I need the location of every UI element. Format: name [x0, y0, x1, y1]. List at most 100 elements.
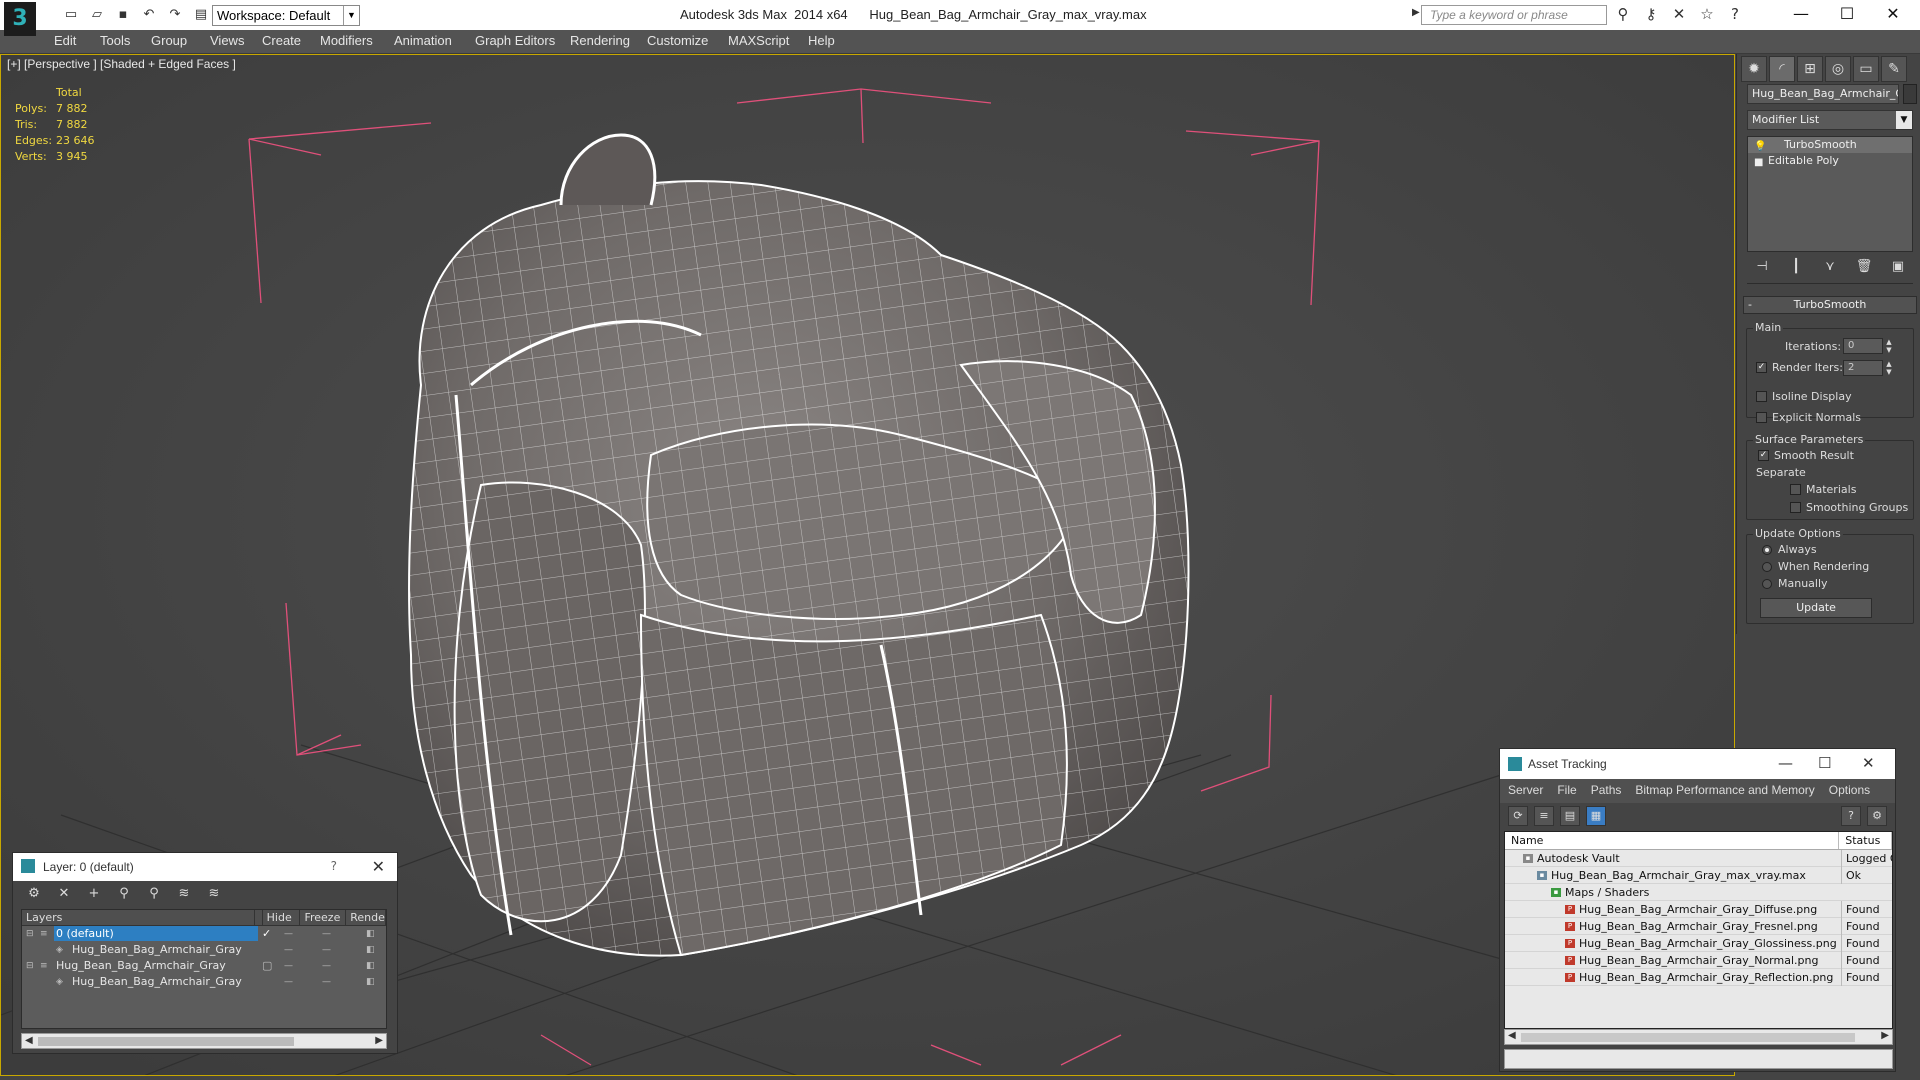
menu-help[interactable]: Help	[808, 33, 835, 48]
menu-graph-editors[interactable]: Graph Editors	[475, 33, 555, 48]
make-unique-icon[interactable]: ⋎	[1819, 256, 1841, 278]
smooth-result-checkbox[interactable]: ✓	[1758, 450, 1769, 461]
minimize-icon[interactable]: —	[1778, 754, 1793, 772]
create-layer-icon[interactable]: ⚙	[23, 885, 45, 903]
freeze-toggle[interactable]: —	[322, 942, 331, 958]
render-toggle-icon[interactable]: ◧	[366, 974, 375, 990]
asset-menu-bitmap-performance[interactable]: Bitmap Performance and Memory	[1635, 783, 1814, 799]
help-icon[interactable]: ?	[1841, 806, 1861, 826]
update-button[interactable]: Update	[1760, 598, 1872, 618]
add-to-layer-icon[interactable]: +	[83, 885, 105, 903]
hide-toggle[interactable]: —	[284, 974, 293, 990]
render-toggle-icon[interactable]: ◧	[366, 958, 375, 974]
column-header[interactable]: Name	[1505, 832, 1840, 849]
caret-right-icon[interactable]: ▶	[1412, 7, 1420, 18]
render-toggle-icon[interactable]: ◧	[366, 926, 375, 942]
help-icon[interactable]: ?	[1724, 5, 1746, 25]
asset-row[interactable]: P Hug_Bean_Bag_Armchair_Gray_Normal.png …	[1505, 952, 1892, 969]
asset-row[interactable]: P Hug_Bean_Bag_Armchair_Gray_Reflection.…	[1505, 969, 1892, 986]
menu-customize[interactable]: Customize	[647, 33, 708, 48]
freeze-toggle[interactable]: —	[322, 926, 331, 942]
turbosmooth-rollout-header[interactable]: - TurboSmooth	[1743, 296, 1917, 314]
scroll-right-icon[interactable]: ▶	[1881, 1030, 1889, 1041]
close-icon[interactable]: ✕	[372, 857, 385, 876]
asset-row[interactable]: ▪ Autodesk Vault Logged O	[1505, 850, 1892, 867]
asset-row[interactable]: P Hug_Bean_Bag_Armchair_Gray_Diffuse.png…	[1505, 901, 1892, 918]
modifier-list-dropdown[interactable]: Modifier List ▼	[1747, 110, 1913, 130]
render-iters-checkbox[interactable]: ✓	[1756, 362, 1767, 373]
layer-row[interactable]: ⊟ ≡ 0 (default) ✓ — — ◧	[22, 926, 386, 942]
menu-group[interactable]: Group	[151, 33, 187, 48]
asset-menu-options[interactable]: Options	[1829, 783, 1870, 799]
menu-rendering[interactable]: Rendering	[570, 33, 630, 48]
render-iters-spinner[interactable]: 2	[1843, 360, 1883, 376]
help-icon[interactable]: ?	[331, 859, 337, 873]
tree-view-icon[interactable]: ▤	[1560, 806, 1580, 826]
column-header[interactable]: Status	[1839, 832, 1892, 849]
favorites-icon[interactable]: ☆	[1696, 5, 1718, 25]
object-name-field[interactable]: Hug_Bean_Bag_Armchair_Gra	[1747, 84, 1899, 104]
layer-object-name[interactable]: Hug_Bean_Bag_Armchair_Gray	[70, 974, 244, 989]
search-input[interactable]: Type a keyword or phrase	[1421, 5, 1607, 25]
hide-all-icon[interactable]: ≋	[173, 885, 195, 903]
explicit-normals-checkbox[interactable]	[1756, 412, 1767, 423]
scrollbar-thumb[interactable]	[38, 1037, 294, 1046]
spinner-arrows-icon[interactable]: ▲ ▼	[1884, 360, 1894, 376]
spinner-arrows-icon[interactable]: ▲ ▼	[1884, 338, 1894, 354]
menu-maxscript[interactable]: MAXScript	[728, 33, 789, 48]
viewport-label[interactable]: [+] [Perspective ] [Shaded + Edged Faces…	[7, 57, 236, 71]
menu-modifiers[interactable]: Modifiers	[320, 33, 373, 48]
close-icon[interactable]: ✕	[1870, 0, 1916, 30]
manually-radio[interactable]	[1762, 579, 1772, 589]
column-header[interactable]: Freeze	[300, 910, 347, 925]
delete-layer-icon[interactable]: ✕	[53, 885, 75, 903]
scroll-left-icon[interactable]: ◀	[1508, 1030, 1516, 1041]
table-view-icon[interactable]: ▦	[1586, 806, 1606, 826]
minimize-icon[interactable]: —	[1778, 0, 1824, 30]
settings-icon[interactable]: ⚙	[1867, 806, 1887, 826]
always-radio[interactable]	[1762, 545, 1772, 555]
hide-toggle[interactable]: —	[284, 926, 293, 942]
scrollbar-thumb[interactable]	[1521, 1033, 1855, 1042]
asset-menu-server[interactable]: Server	[1508, 783, 1543, 799]
render-toggle-icon[interactable]: ◧	[366, 942, 375, 958]
layer-object-name[interactable]: Hug_Bean_Bag_Armchair_Gray	[70, 942, 244, 957]
layer-horizontal-scrollbar[interactable]: ◀ ▶	[21, 1033, 387, 1049]
asset-path-field[interactable]	[1504, 1049, 1893, 1069]
app-menu-button[interactable]: 3	[4, 2, 36, 36]
remove-modifier-icon[interactable]: 🗑	[1853, 256, 1875, 278]
asset-menu-paths[interactable]: Paths	[1591, 783, 1622, 799]
smoothing-groups-checkbox[interactable]	[1790, 502, 1801, 513]
current-layer-check-icon[interactable]: ✓	[262, 926, 271, 942]
workspace-dropdown[interactable]: Workspace: Default ▼	[212, 5, 360, 26]
layer-name[interactable]: 0 (default)	[54, 926, 258, 941]
stack-item-editable-poly[interactable]: ■ Editable Poly	[1748, 153, 1912, 169]
display-tab-icon[interactable]: ▭	[1853, 56, 1879, 82]
freeze-all-icon[interactable]: ≋	[203, 885, 225, 903]
asset-row[interactable]: ▪ Hug_Bean_Bag_Armchair_Gray_max_vray.ma…	[1505, 867, 1892, 884]
stack-item-turbosmooth[interactable]: 💡 TurboSmooth	[1748, 137, 1912, 153]
list-view-icon[interactable]: ≡	[1534, 806, 1554, 826]
subscription-icon[interactable]: ⚷	[1640, 5, 1662, 25]
column-header[interactable]: Hide	[263, 910, 301, 925]
binoculars-icon[interactable]: ⚲	[1612, 5, 1634, 25]
show-end-result-icon[interactable]: ┃	[1785, 256, 1807, 278]
maximize-icon[interactable]: ☐	[1824, 0, 1870, 30]
expand-icon[interactable]: ⊟	[26, 958, 34, 974]
layer-name[interactable]: Hug_Bean_Bag_Armchair_Gray	[54, 958, 228, 973]
menu-views[interactable]: Views	[210, 33, 244, 48]
when-rendering-radio[interactable]	[1762, 562, 1772, 572]
isoline-display-checkbox[interactable]	[1756, 391, 1767, 402]
create-tab-icon[interactable]: ✹	[1741, 56, 1767, 82]
asset-menu-file[interactable]: File	[1557, 783, 1576, 799]
set-current-layer-icon[interactable]: ▢	[262, 958, 272, 974]
expand-icon[interactable]: ■	[1754, 155, 1763, 171]
undo-icon[interactable]: ↶	[138, 4, 160, 26]
asset-horizontal-scrollbar[interactable]: ◀ ▶	[1504, 1029, 1893, 1045]
expand-icon[interactable]: ⊟	[26, 926, 34, 942]
close-icon[interactable]: ✕	[1862, 754, 1875, 772]
new-file-icon[interactable]: ▭	[60, 4, 82, 26]
column-header[interactable]: Layers	[22, 910, 255, 925]
save-file-icon[interactable]: ▪	[112, 4, 134, 26]
menu-animation[interactable]: Animation	[394, 33, 452, 48]
